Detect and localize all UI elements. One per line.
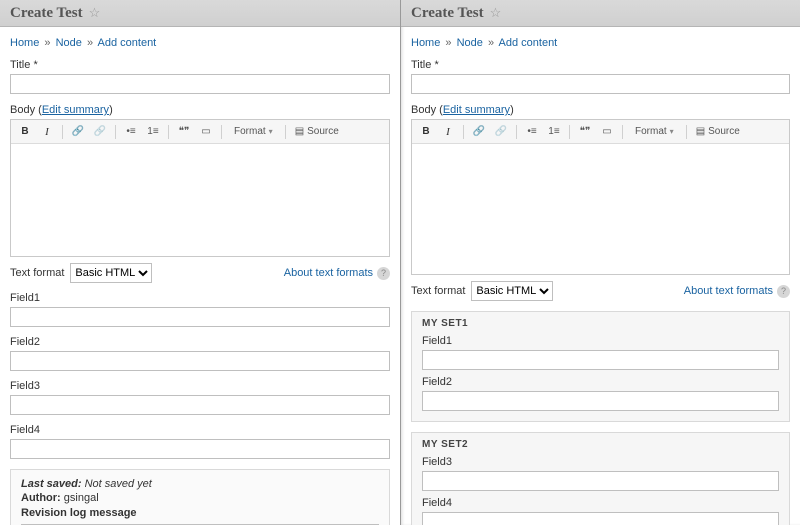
text-format-row: Text format Basic HTML About text format…	[10, 263, 390, 283]
editor-toolbar: B I 🔗 🔗 •≡ 1≡ ❝❞ ▭ Format▾	[412, 120, 789, 144]
body-label: Body (Edit summary)	[411, 104, 790, 116]
source-button[interactable]: ▤Source	[692, 123, 744, 141]
field2-input[interactable]	[422, 391, 779, 411]
field1-input[interactable]	[10, 307, 390, 327]
title-label: Title *	[10, 59, 390, 71]
toolbar-separator	[62, 125, 63, 139]
number-list-button[interactable]: 1≡	[143, 123, 163, 141]
edit-summary-link[interactable]: Edit summary	[443, 104, 510, 116]
titlebar: Create Test ☆	[401, 0, 800, 27]
breadcrumb-home[interactable]: Home	[10, 37, 39, 49]
text-format-label: Text format	[411, 285, 465, 297]
about-text-formats-link[interactable]: About text formats	[284, 267, 373, 279]
source-icon: ▤	[295, 126, 304, 137]
star-icon[interactable]: ☆	[490, 5, 502, 21]
breadcrumb-add-content[interactable]: Add content	[98, 37, 157, 49]
revision-log-label: Revision log message	[21, 507, 379, 519]
breadcrumb: Home » Node » Add content	[411, 37, 790, 49]
revision-info-box: Last saved: Not saved yet Author: gsinga…	[10, 469, 390, 525]
title-input[interactable]	[10, 74, 390, 94]
field1-label: Field1	[422, 335, 779, 347]
fieldset-legend: MY SET2	[422, 439, 779, 450]
body-editor: B I 🔗 🔗 •≡ 1≡ ❝❞ ▭ Format▾	[411, 119, 790, 275]
breadcrumb-node[interactable]: Node	[457, 37, 483, 49]
title-input[interactable]	[411, 74, 790, 94]
field4-input[interactable]	[422, 512, 779, 525]
toolbar-separator	[622, 125, 623, 139]
source-button[interactable]: ▤Source	[291, 123, 343, 141]
toolbar-separator	[569, 125, 570, 139]
blockquote-button[interactable]: ❝❞	[575, 123, 595, 141]
toolbar-separator	[221, 125, 222, 139]
field3-label: Field3	[422, 456, 779, 468]
edit-summary-link[interactable]: Edit summary	[42, 104, 109, 116]
unlink-button[interactable]: 🔗	[90, 123, 110, 141]
field1-label: Field1	[10, 292, 390, 304]
body-textarea[interactable]	[11, 144, 389, 256]
fieldset-my-set2: MY SET2 Field3 Field4	[411, 432, 790, 525]
breadcrumb-home[interactable]: Home	[411, 37, 440, 49]
format-dropdown[interactable]: Format▾	[227, 123, 280, 141]
star-icon[interactable]: ☆	[89, 5, 101, 21]
toolbar-separator	[168, 125, 169, 139]
text-format-label: Text format	[10, 267, 64, 279]
editor-toolbar: B I 🔗 🔗 •≡ 1≡ ❝❞ ▭ Format▾	[11, 120, 389, 144]
text-format-row: Text format Basic HTML About text format…	[411, 281, 790, 301]
breadcrumb-node[interactable]: Node	[56, 37, 82, 49]
source-icon: ▤	[696, 126, 705, 137]
body-label: Body (Edit summary)	[10, 104, 390, 116]
italic-button[interactable]: I	[438, 123, 458, 141]
titlebar: Create Test ☆	[0, 0, 400, 27]
bullet-list-button[interactable]: •≡	[522, 123, 542, 141]
left-pane: Create Test ☆ Home » Node » Add content …	[0, 0, 400, 525]
title-label: Title *	[411, 59, 790, 71]
about-text-formats-link[interactable]: About text formats	[684, 285, 773, 297]
field2-input[interactable]	[10, 351, 390, 371]
breadcrumb: Home » Node » Add content	[10, 37, 390, 49]
link-button[interactable]: 🔗	[469, 123, 489, 141]
bold-button[interactable]: B	[416, 123, 436, 141]
page-title: Create Test	[411, 5, 484, 22]
format-dropdown[interactable]: Format▾	[628, 123, 681, 141]
field1-input[interactable]	[422, 350, 779, 370]
field3-label: Field3	[10, 380, 390, 392]
text-format-select[interactable]: Basic HTML	[471, 281, 553, 301]
image-button[interactable]: ▭	[597, 123, 617, 141]
right-pane: Create Test ☆ Home » Node » Add content …	[400, 0, 800, 525]
bold-button[interactable]: B	[15, 123, 35, 141]
field2-label: Field2	[10, 336, 390, 348]
image-button[interactable]: ▭	[196, 123, 216, 141]
field2-label: Field2	[422, 376, 779, 388]
number-list-button[interactable]: 1≡	[544, 123, 564, 141]
toolbar-separator	[463, 125, 464, 139]
breadcrumb-add-content[interactable]: Add content	[499, 37, 558, 49]
field4-label: Field4	[422, 497, 779, 509]
fieldset-my-set1: MY SET1 Field1 Field2	[411, 311, 790, 422]
field4-input[interactable]	[10, 439, 390, 459]
page-title: Create Test	[10, 5, 83, 22]
blockquote-button[interactable]: ❝❞	[174, 123, 194, 141]
field3-input[interactable]	[422, 471, 779, 491]
italic-button[interactable]: I	[37, 123, 57, 141]
fieldset-legend: MY SET1	[422, 318, 779, 329]
field3-input[interactable]	[10, 395, 390, 415]
field4-label: Field4	[10, 424, 390, 436]
toolbar-separator	[115, 125, 116, 139]
body-textarea[interactable]	[412, 144, 789, 274]
toolbar-separator	[686, 125, 687, 139]
toolbar-separator	[285, 125, 286, 139]
help-icon[interactable]: ?	[777, 285, 790, 298]
unlink-button[interactable]: 🔗	[491, 123, 511, 141]
toolbar-separator	[516, 125, 517, 139]
chevron-down-icon: ▾	[670, 127, 674, 136]
chevron-down-icon: ▾	[269, 127, 273, 136]
body-editor: B I 🔗 🔗 •≡ 1≡ ❝❞ ▭ Format▾	[10, 119, 390, 257]
bullet-list-button[interactable]: •≡	[121, 123, 141, 141]
link-button[interactable]: 🔗	[68, 123, 88, 141]
text-format-select[interactable]: Basic HTML	[70, 263, 152, 283]
help-icon[interactable]: ?	[377, 267, 390, 280]
